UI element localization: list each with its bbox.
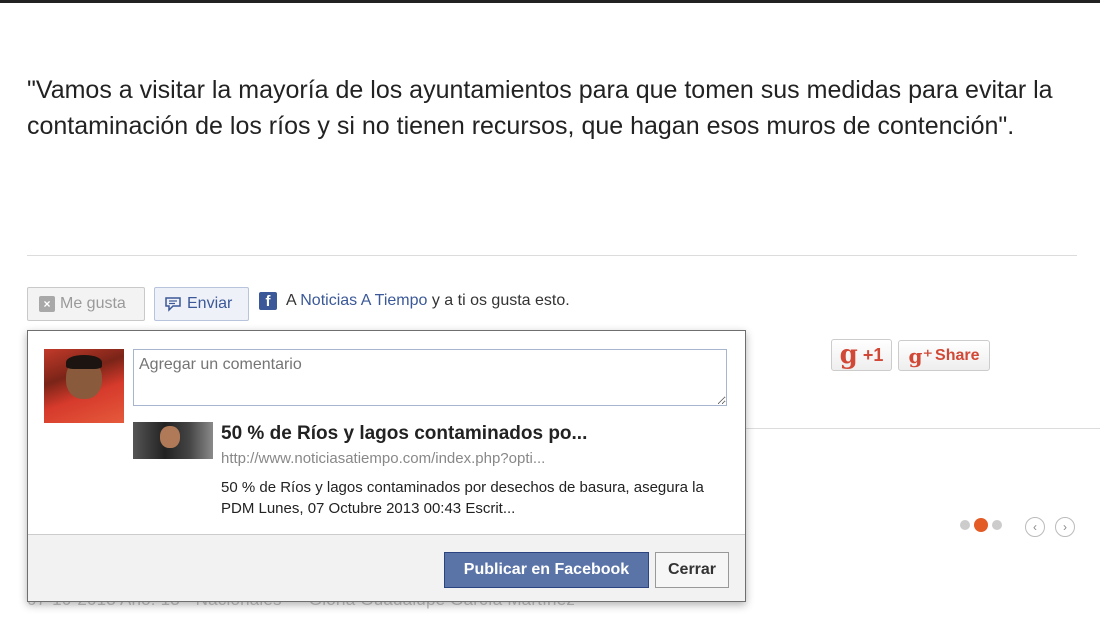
plus-one-label: +1 xyxy=(862,344,884,365)
slider-dot[interactable] xyxy=(992,520,1002,530)
close-x-icon: × xyxy=(39,296,55,312)
link-description: 50 % de Ríos y lagos contaminados por de… xyxy=(221,479,704,517)
like-button[interactable]: × Me gusta xyxy=(27,287,145,321)
like-button-label: Me gusta xyxy=(60,295,126,312)
message-icon xyxy=(165,297,181,312)
close-button[interactable]: Cerrar xyxy=(655,552,729,588)
divider xyxy=(27,255,1077,256)
facebook-icon: f xyxy=(259,292,277,310)
share-label: Share xyxy=(935,346,980,364)
link-url: http://www.noticiasatiempo.com/index.php… xyxy=(221,450,546,467)
social-suffix: y a ti os gusta esto. xyxy=(427,292,570,309)
send-button[interactable]: Enviar xyxy=(154,287,249,321)
google-share-button[interactable]: g⁺ Share xyxy=(898,340,990,371)
top-border xyxy=(0,0,1100,3)
google-plus-icon: g xyxy=(839,340,858,370)
link-title: 50 % de Ríos y lagos contaminados po... xyxy=(221,423,588,444)
social-context: f A Noticias A Tiempo y a ti os gusta es… xyxy=(259,292,570,310)
send-button-label: Enviar xyxy=(187,295,233,312)
next-arrow-icon[interactable]: › xyxy=(1055,517,1075,537)
social-prefix: A xyxy=(286,292,301,309)
publish-button[interactable]: Publicar en Facebook xyxy=(444,552,649,588)
slider-dots xyxy=(960,518,1006,532)
page-link[interactable]: Noticias A Tiempo xyxy=(300,292,427,310)
dialog-footer: Publicar en Facebook Cerrar xyxy=(28,534,745,601)
google-plus-icon: g⁺ xyxy=(908,343,934,368)
slider-dot[interactable] xyxy=(960,520,970,530)
google-plus-one-button[interactable]: g +1 xyxy=(831,339,892,371)
share-dialog: 50 % de Ríos y lagos contaminados po... … xyxy=(27,330,746,602)
prev-arrow-icon[interactable]: ‹ xyxy=(1025,517,1045,537)
avatar xyxy=(44,349,124,423)
article-quote: "Vamos a visitar la mayoría de los ayunt… xyxy=(27,76,1053,140)
slider-dot-active[interactable] xyxy=(974,518,988,532)
thumbnail-person xyxy=(160,426,180,448)
link-thumbnail xyxy=(133,422,213,459)
divider xyxy=(745,428,1100,429)
avatar-hair xyxy=(66,355,102,369)
comment-input[interactable] xyxy=(133,349,727,406)
